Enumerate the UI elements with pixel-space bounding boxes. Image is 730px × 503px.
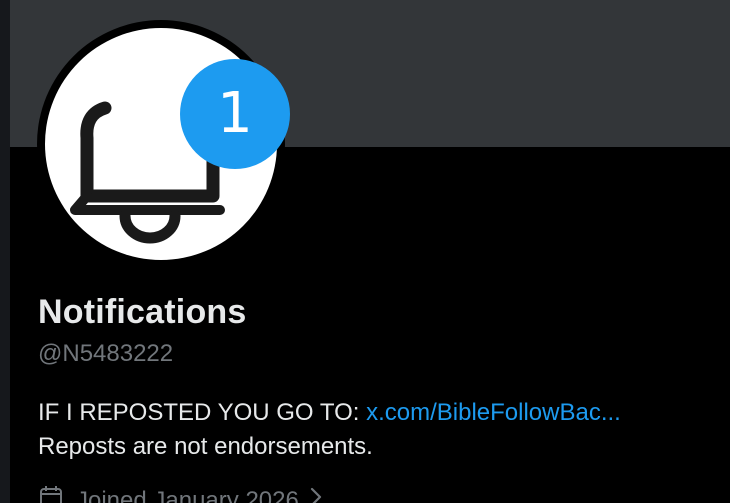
- profile-bio: IF I REPOSTED YOU GO TO: x.com/BibleFoll…: [38, 396, 718, 464]
- profile-page: 1 Notifications @N5483222 IF I REPOSTED …: [0, 0, 730, 503]
- display-name: Notifications: [38, 293, 247, 331]
- chevron-right-icon: [309, 486, 323, 503]
- bio-prefix-text: IF I REPOSTED YOU GO TO:: [38, 399, 367, 426]
- bio-line-1: IF I REPOSTED YOU GO TO: x.com/BibleFoll…: [38, 396, 718, 430]
- bio-link[interactable]: x.com/BibleFollowBac...: [366, 399, 621, 426]
- profile-avatar[interactable]: 1: [37, 20, 290, 268]
- notification-count-badge: 1: [180, 59, 290, 169]
- calendar-icon: [38, 484, 64, 503]
- profile-handle: @N5483222: [38, 340, 174, 367]
- bio-line-2: Reposts are not endorsements.: [38, 433, 373, 460]
- left-sidebar-edge: [0, 0, 10, 503]
- joined-date[interactable]: Joined January 2026: [38, 484, 323, 503]
- joined-text: Joined January 2026: [76, 486, 299, 503]
